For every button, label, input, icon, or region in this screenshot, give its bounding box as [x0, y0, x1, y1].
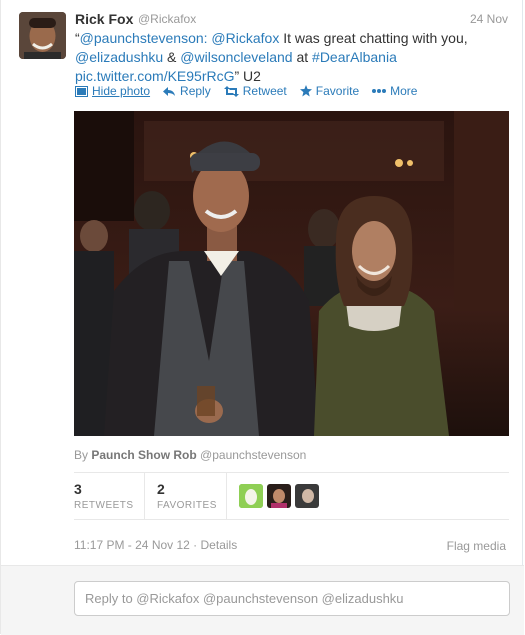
favoriter-avatar[interactable]: [239, 484, 263, 508]
author-name[interactable]: Rick Fox: [75, 11, 133, 27]
tweet-photo[interactable]: [74, 111, 509, 436]
flag-media-link[interactable]: Flag media: [447, 539, 506, 553]
meta-separator: ·: [189, 538, 201, 552]
retweet-label: Retweet: [242, 84, 287, 98]
retweets-stat[interactable]: 3 RETWEETS: [74, 481, 134, 511]
mention-link[interactable]: @Rickafox: [211, 30, 279, 46]
favorite-button[interactable]: Favorite: [299, 84, 360, 98]
retweet-icon: [223, 85, 239, 97]
details-link[interactable]: Details: [201, 538, 238, 552]
tweet-text-fragment: &: [163, 49, 181, 65]
photo-byline: By Paunch Show Rob @paunchstevenson: [74, 448, 306, 462]
star-icon: [299, 85, 312, 97]
hide-photo-button[interactable]: Hide photo: [75, 84, 150, 98]
hashtag-link[interactable]: #DearAlbania: [312, 49, 397, 65]
tweet-actions: Hide photo Reply Retweet Favorite More: [75, 84, 430, 98]
tweet-text-fragment: ” U2: [234, 68, 261, 84]
favorites-stat[interactable]: 2 FAVORITES: [157, 481, 217, 511]
tweet-stats: 3 RETWEETS 2 FAVORITES: [74, 472, 509, 520]
favorites-count: 2: [157, 481, 165, 497]
more-dots-icon: [372, 89, 387, 93]
hide-photo-label: Hide photo: [92, 84, 151, 98]
byline-handle[interactable]: @paunchstevenson: [200, 448, 306, 462]
favoriter-avatar[interactable]: [295, 484, 319, 508]
mention-link[interactable]: @paunchstevenson:: [80, 30, 208, 46]
tweet-card: Rick Fox @Rickafox 24 Nov “@paunchsteven…: [0, 0, 524, 635]
tweet-meta: 11:17 PM - 24 Nov 12 · Details: [74, 538, 237, 552]
retweet-button[interactable]: Retweet: [223, 84, 287, 98]
more-label: More: [390, 84, 418, 98]
pic-link[interactable]: pic.twitter.com/KE95rRcG: [75, 68, 235, 84]
photo-icon: [75, 85, 88, 97]
more-button[interactable]: More: [372, 84, 417, 98]
retweets-count: 3: [74, 481, 82, 497]
byline-prefix: By: [74, 448, 89, 462]
reply-area: Reply to @Rickafox @paunchstevenson @eli…: [1, 565, 524, 635]
mention-link[interactable]: @wilsoncleveland: [180, 49, 292, 65]
mention-link[interactable]: @elizadushku: [75, 49, 163, 65]
tweet-text-fragment: It was great chatting with you,: [279, 30, 468, 46]
timestamp[interactable]: 11:17 PM - 24 Nov 12: [74, 538, 190, 552]
favoriter-avatar[interactable]: [267, 484, 291, 508]
favorites-label: FAVORITES: [157, 500, 217, 511]
avatar[interactable]: [19, 12, 66, 59]
reply-button[interactable]: Reply: [163, 84, 211, 98]
tweet-date[interactable]: 24 Nov: [470, 12, 508, 26]
reply-input[interactable]: Reply to @Rickafox @paunchstevenson @eli…: [74, 581, 510, 616]
reply-icon: [163, 86, 176, 96]
stats-divider: [144, 473, 145, 519]
reply-label: Reply: [180, 84, 211, 98]
stats-divider: [226, 473, 227, 519]
tweet-text: “@paunchstevenson: @Rickafox It was grea…: [75, 29, 505, 86]
favorite-label: Favorite: [315, 84, 360, 98]
author-handle[interactable]: @Rickafox: [138, 12, 196, 26]
tweet-text-fragment: at: [292, 49, 313, 65]
retweets-label: RETWEETS: [74, 500, 134, 511]
byline-name[interactable]: Paunch Show Rob: [91, 448, 196, 462]
